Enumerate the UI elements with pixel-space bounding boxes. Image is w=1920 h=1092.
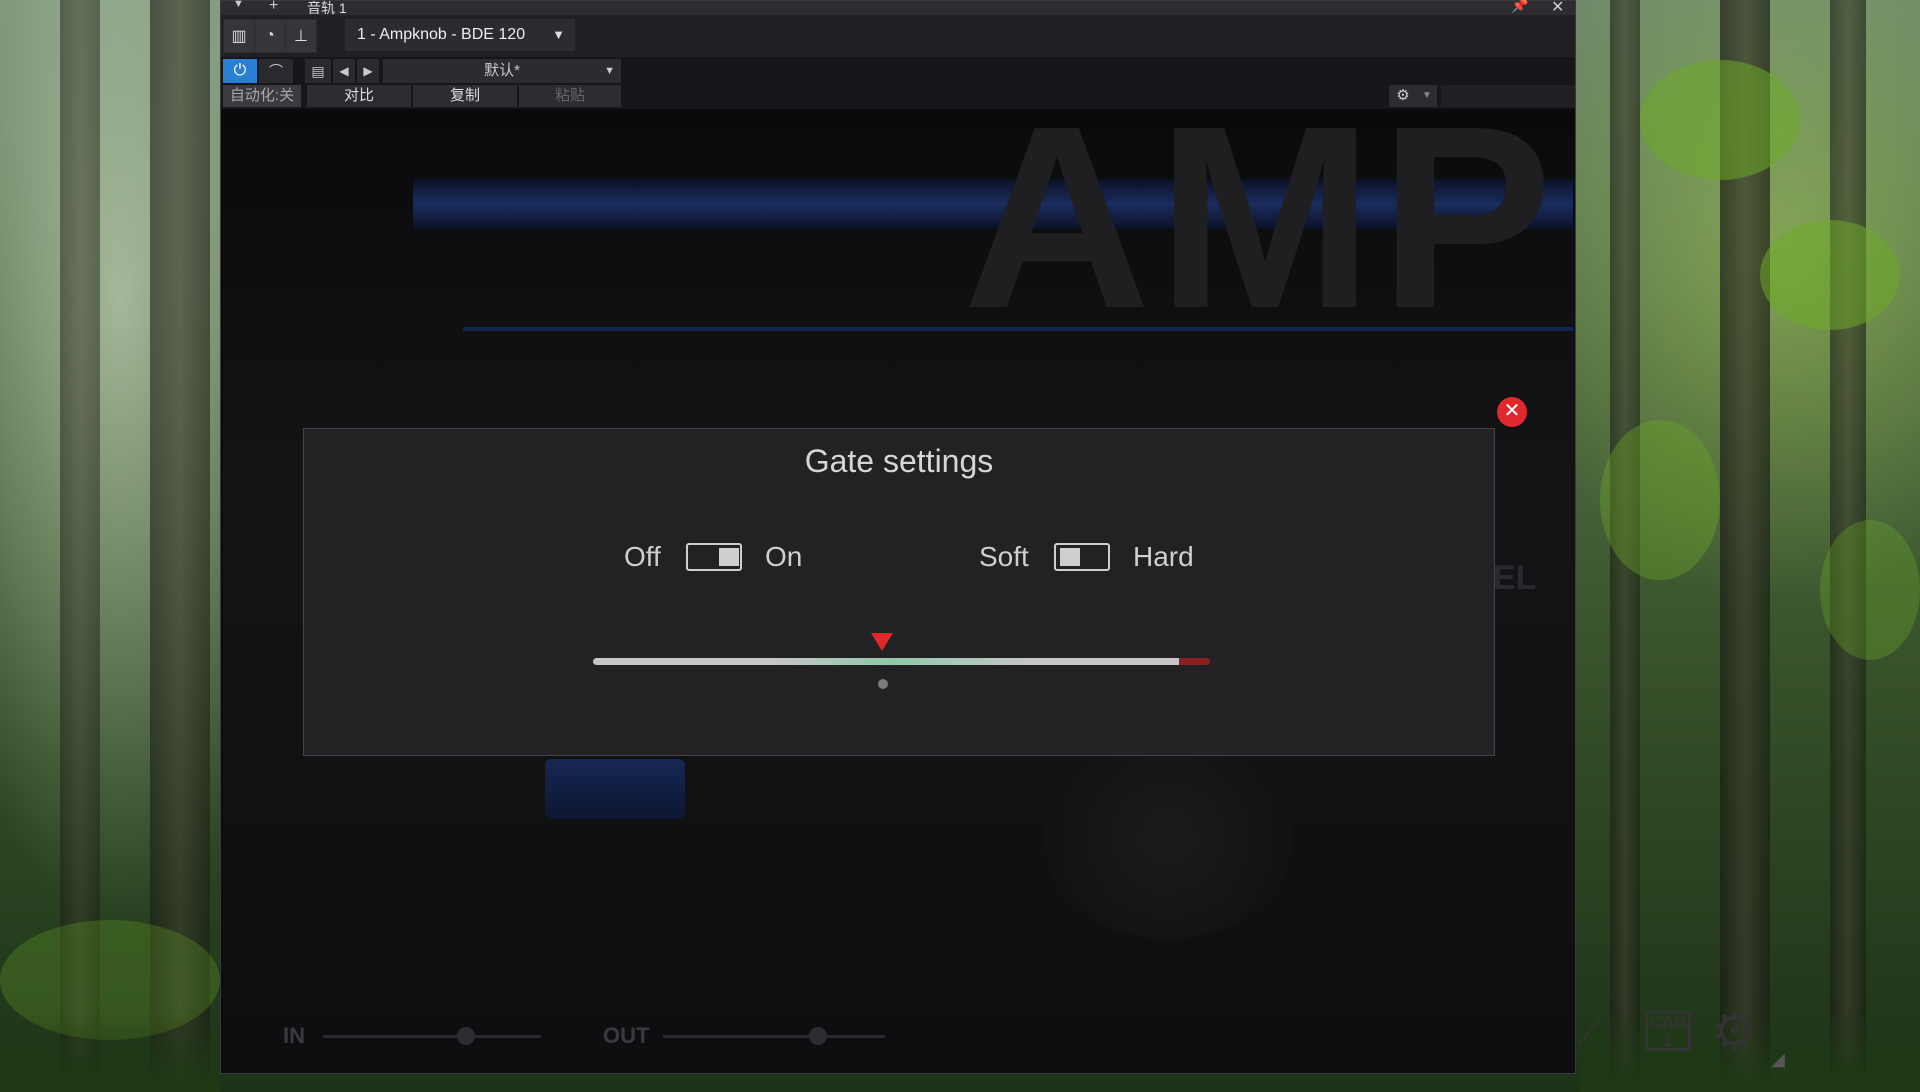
gate-hard-label: Hard (1133, 541, 1194, 572)
amp-knob[interactable] (1043, 739, 1293, 939)
routing-icon[interactable]: ⊥ (285, 19, 317, 53)
toggle-thumb (719, 548, 739, 566)
output-slider-track[interactable] (663, 1035, 885, 1038)
dialog-close-button[interactable]: ✕ (1497, 397, 1527, 427)
add-icon[interactable]: + (269, 0, 278, 15)
input-label: IN (283, 1023, 305, 1048)
rack-view-icon[interactable]: ▥ (223, 19, 255, 53)
output-slider-thumb[interactable] (809, 1027, 827, 1045)
cab-label: CAB (1649, 1013, 1687, 1032)
gate-mode-toggle[interactable] (1054, 543, 1110, 571)
toggle-thumb (1060, 548, 1080, 566)
cab-number: 1 (1663, 1031, 1673, 1050)
plugin-instance-select[interactable]: 1 - Ampknob - BDE 120 ▼ (345, 19, 575, 51)
gear-icon[interactable]: ⚙ (1389, 85, 1417, 107)
input-slider-track[interactable] (323, 1035, 541, 1038)
tuner-fork-icon[interactable]: ⟋ (1577, 1011, 1617, 1057)
paste-button[interactable]: 粘贴 (519, 85, 621, 107)
cab-button[interactable]: CAB 1 (1645, 1011, 1691, 1051)
gate-off-label: Off (624, 541, 661, 572)
plugin-instance-label: 1 - Ampknob - BDE 120 (357, 26, 526, 43)
settings-gear-icon[interactable]: ⚙ (1711, 1003, 1769, 1061)
resize-grip-icon[interactable]: ◢ (1771, 1049, 1795, 1073)
gate-threshold-slider[interactable] (593, 658, 1210, 665)
dialog-title: Gate settings (804, 443, 994, 479)
window-titlebar: ▼ + 音轨 1 📌 ✕ (221, 0, 1575, 16)
threshold-indicator-dot (878, 679, 888, 689)
next-preset-button[interactable]: ▶ (357, 59, 379, 83)
amp-side-label: EL (1493, 559, 1537, 597)
amp-blue-switch[interactable] (545, 759, 685, 819)
preset-label: 默认* (484, 62, 520, 79)
sidechain-icon[interactable]: ◔ (254, 19, 286, 53)
threshold-marker-icon[interactable] (871, 633, 893, 651)
bypass-curve-button[interactable]: ⌒ (259, 59, 293, 83)
copy-button[interactable]: 复制 (413, 85, 517, 107)
window-menu-chevron-icon[interactable]: ▼ (233, 0, 244, 10)
gate-settings-dialog: Gate settings Off On Soft Hard (303, 428, 1495, 756)
amp-divider (463, 327, 1573, 331)
chevron-down-icon: ▼ (604, 65, 615, 77)
pin-icon[interactable]: 📌 (1511, 0, 1528, 14)
compare-button[interactable]: 对比 (307, 85, 411, 107)
prev-preset-button[interactable]: ◀ (333, 59, 355, 83)
power-button[interactable]: ⏻ (223, 59, 257, 83)
toolbar-extra-field (1441, 85, 1575, 107)
gate-power-toggle[interactable] (686, 543, 742, 571)
output-label: OUT (603, 1023, 650, 1048)
gate-on-label: On (765, 541, 803, 572)
preset-file-icon[interactable]: ▤ (305, 59, 331, 83)
chevron-down-icon: ▼ (552, 27, 565, 42)
chevron-down-icon[interactable]: ▼ (1417, 85, 1437, 107)
preset-select[interactable]: 默认* ▼ (383, 59, 621, 83)
input-slider-thumb[interactable] (457, 1027, 475, 1045)
automation-button[interactable]: 自动化:关 (223, 85, 301, 107)
gate-soft-label: Soft (979, 541, 1029, 572)
